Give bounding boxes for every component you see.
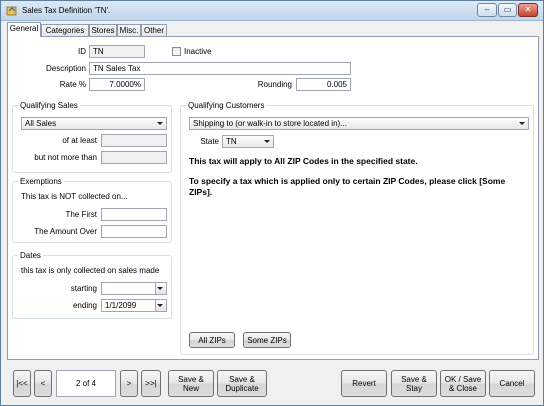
dates-group: Dates this tax is only collected on sale… bbox=[12, 251, 172, 319]
id-field: TN bbox=[89, 45, 145, 58]
app-icon bbox=[6, 6, 17, 16]
at-least-label: of at least bbox=[62, 136, 97, 145]
close-button[interactable]: ✕ bbox=[518, 3, 538, 17]
restore-button[interactable]: ▭ bbox=[498, 3, 517, 17]
id-label: ID bbox=[78, 47, 86, 56]
tab-general[interactable]: General bbox=[7, 22, 41, 37]
starting-date-picker[interactable] bbox=[101, 282, 167, 295]
save-and-new-button[interactable]: Save & New bbox=[168, 370, 214, 397]
qualifying-customers-group: Qualifying Customers Shipping to (or wal… bbox=[180, 101, 534, 355]
description-field[interactable]: TN Sales Tax bbox=[89, 62, 351, 75]
ending-date-picker[interactable]: 1/1/2099 bbox=[101, 299, 167, 312]
at-least-field[interactable] bbox=[101, 134, 167, 147]
exemptions-group: Exemptions This tax is NOT collected on.… bbox=[12, 177, 172, 243]
qualifying-customers-dropdown[interactable]: Shipping to (or walk-in to store located… bbox=[189, 117, 529, 130]
title-bar: Sales Tax Definition 'TN'. – ▭ ✕ bbox=[1, 1, 543, 21]
first-record-button[interactable]: |<< bbox=[13, 370, 31, 397]
revert-button[interactable]: Revert bbox=[341, 370, 387, 397]
state-value: TN bbox=[226, 137, 237, 146]
exemptions-title: Exemptions bbox=[18, 177, 64, 186]
chevron-down-icon bbox=[157, 287, 163, 290]
sales-tax-window: Sales Tax Definition 'TN'. – ▭ ✕ General… bbox=[0, 0, 544, 406]
chevron-down-icon bbox=[157, 122, 163, 125]
qualifying-sales-dropdown[interactable]: All Sales bbox=[21, 117, 167, 130]
save-and-duplicate-button[interactable]: Save & Duplicate bbox=[217, 370, 267, 397]
qualifying-sales-group: Qualifying Sales All Sales of at least b… bbox=[12, 101, 172, 173]
general-tab-panel: ID TN Inactive Description TN Sales Tax … bbox=[7, 36, 539, 360]
description-label: Description bbox=[45, 64, 86, 73]
qualifying-sales-title: Qualifying Sales bbox=[18, 101, 80, 110]
rate-field[interactable]: 7.0000% bbox=[89, 78, 145, 91]
starting-label: starting bbox=[70, 284, 97, 293]
some-zips-instructions: To specify a tax which is applied only t… bbox=[189, 176, 506, 197]
save-and-stay-button[interactable]: Save & Stay bbox=[391, 370, 437, 397]
qualifying-customers-value: Shipping to (or walk-in to store located… bbox=[193, 119, 347, 128]
some-zips-button[interactable]: Some ZIPs bbox=[243, 332, 291, 348]
chevron-down-icon bbox=[519, 122, 525, 125]
state-label: State bbox=[200, 137, 219, 146]
dates-intro: this tax is only collected on sales made bbox=[21, 266, 160, 275]
ending-label: ending bbox=[72, 301, 97, 310]
last-record-button[interactable]: >>| bbox=[141, 370, 161, 397]
all-zips-button[interactable]: All ZIPs bbox=[189, 332, 235, 348]
state-dropdown[interactable]: TN bbox=[222, 135, 274, 148]
amount-over-field[interactable] bbox=[101, 225, 167, 238]
exemptions-intro: This tax is NOT collected on... bbox=[21, 192, 128, 201]
qualifying-sales-value: All Sales bbox=[25, 119, 57, 128]
the-first-label: The First bbox=[65, 210, 97, 219]
amount-over-label: The Amount Over bbox=[34, 227, 97, 236]
rate-label: Rate % bbox=[59, 80, 86, 89]
chevron-down-icon bbox=[157, 304, 163, 307]
chevron-down-icon bbox=[264, 140, 270, 143]
ok-save-close-button[interactable]: OK / Save & Close bbox=[440, 370, 486, 397]
ending-date-value: 1/1/2099 bbox=[105, 301, 137, 310]
cancel-button[interactable]: Cancel bbox=[489, 370, 535, 397]
not-more-than-field[interactable] bbox=[101, 151, 167, 164]
qualifying-customers-title: Qualifying Customers bbox=[186, 101, 267, 110]
window-title: Sales Tax Definition 'TN'. bbox=[22, 6, 111, 15]
not-more-than-label: but not more than bbox=[34, 153, 97, 162]
all-zips-message: This tax will apply to All ZIP Codes in … bbox=[189, 156, 418, 166]
record-position: 2 of 4 bbox=[56, 370, 116, 397]
rounding-field[interactable]: 0.005 bbox=[296, 78, 351, 91]
inactive-label: Inactive bbox=[184, 47, 212, 56]
next-record-button[interactable]: > bbox=[120, 370, 138, 397]
rounding-label: Rounding bbox=[257, 80, 292, 89]
dates-title: Dates bbox=[18, 251, 43, 260]
inactive-checkbox[interactable] bbox=[172, 47, 181, 56]
the-first-field[interactable] bbox=[101, 208, 167, 221]
previous-record-button[interactable]: < bbox=[34, 370, 52, 397]
minimize-button[interactable]: – bbox=[477, 3, 497, 17]
